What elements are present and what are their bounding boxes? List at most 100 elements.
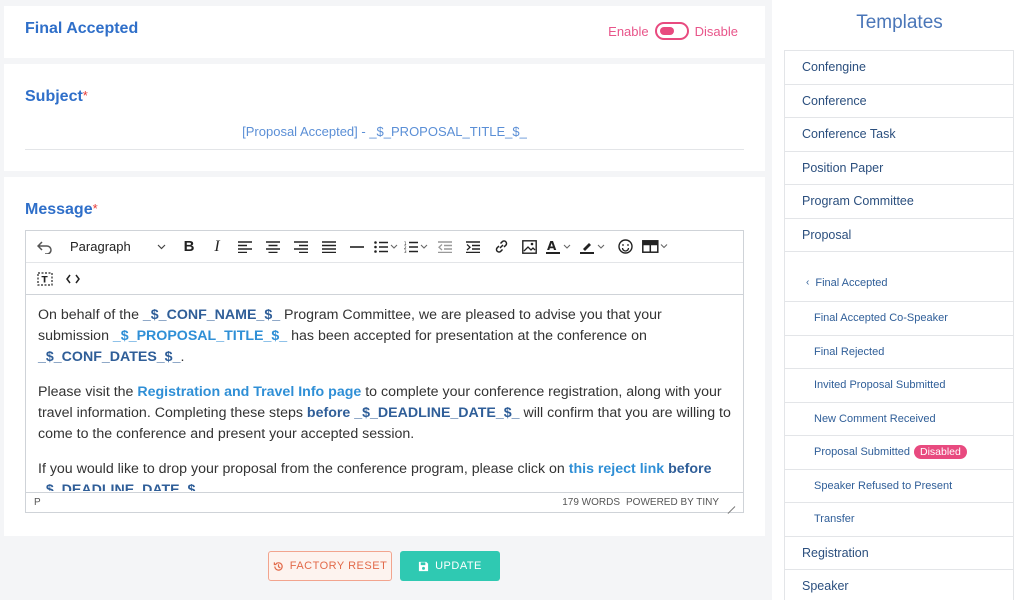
- template-item-final-accepted[interactable]: ‹ Final Accepted: [785, 252, 1013, 302]
- template-label: Final Rejected: [814, 345, 885, 358]
- message-paragraph-1: On behalf of the _$_CONF_NAME_$_ Program…: [38, 305, 731, 368]
- template-label: Proposal Submitted: [814, 446, 910, 459]
- template-item-new-comment-received[interactable]: New Comment Received: [785, 403, 1013, 436]
- align-justify-icon[interactable]: [318, 235, 340, 259]
- indent-icon[interactable]: [462, 235, 484, 259]
- template-item-confengine[interactable]: Confengine: [785, 51, 1013, 85]
- template-item-conference-task[interactable]: Conference Task: [785, 118, 1013, 152]
- template-item-proposal[interactable]: Proposal: [785, 219, 1013, 252]
- message-label-text: Message: [25, 201, 93, 218]
- template-label: Registration: [802, 545, 869, 560]
- proposal-title-token: _$_PROPOSAL_TITLE_$_: [112, 328, 288, 344]
- disable-label: Disable: [694, 23, 738, 39]
- italic-icon[interactable]: I: [206, 235, 228, 259]
- template-label: Position Paper: [802, 160, 884, 175]
- template-item-final-accepted-co-speaker[interactable]: Final Accepted Co-Speaker: [785, 302, 1013, 336]
- update-button[interactable]: UPDATE: [400, 551, 500, 581]
- chevron-down-icon: [157, 244, 166, 249]
- text-run: .: [203, 482, 208, 491]
- toggle-knob: [659, 27, 674, 35]
- message-paragraph-2: Please visit the Registration and Travel…: [38, 382, 731, 445]
- editor-toolbar: Paragraph B I 123 A: [26, 231, 743, 263]
- template-item-invited-proposal-submitted[interactable]: Invited Proposal Submitted: [785, 369, 1013, 403]
- block-format-select[interactable]: Paragraph: [66, 235, 170, 259]
- emoji-icon[interactable]: [614, 235, 636, 259]
- required-marker: *: [82, 88, 88, 103]
- undo-icon[interactable]: [34, 235, 56, 259]
- template-label: Final Accepted Co-Speaker: [814, 312, 948, 325]
- templates-sidebar: Templates Confengine Conference Conferen…: [772, 0, 1027, 600]
- link-icon[interactable]: [490, 235, 512, 259]
- align-right-icon[interactable]: [290, 235, 312, 259]
- subject-label-text: Subject: [25, 88, 83, 105]
- before-emphasis: before: [306, 405, 351, 421]
- resize-handle-icon[interactable]: [725, 498, 735, 508]
- template-label: Conference: [802, 93, 867, 108]
- template-label: Confengine: [802, 60, 866, 75]
- horizontal-rule-icon[interactable]: [346, 235, 368, 259]
- subject-underline: [25, 149, 744, 150]
- block-format-value: Paragraph: [70, 239, 131, 254]
- subject-label: Subject*: [25, 88, 88, 106]
- numbered-list-icon[interactable]: 123: [404, 235, 428, 259]
- editor-statusbar: P 179 WORDS POWERED BY TINY: [26, 492, 743, 512]
- main-panel: Final Accepted Enable Disable Subject* […: [0, 0, 772, 600]
- registration-info-link[interactable]: Registration and Travel Info page: [137, 384, 361, 400]
- message-paragraph-3: If you would like to drop your proposal …: [38, 459, 731, 491]
- template-label: Conference Task: [802, 127, 896, 142]
- template-item-program-committee[interactable]: Program Committee: [785, 185, 1013, 219]
- conf-name-token: _$_CONF_NAME_$_: [142, 307, 281, 323]
- bullet-list-icon[interactable]: [374, 235, 398, 259]
- template-label: Final Accepted: [815, 276, 888, 289]
- editor-toolbar-row-2: T: [26, 263, 743, 295]
- template-label: Speaker: [802, 579, 849, 594]
- align-left-icon[interactable]: [234, 235, 256, 259]
- template-item-speaker-refused[interactable]: Speaker Refused to Present: [785, 470, 1013, 503]
- word-count[interactable]: 179 WORDS: [562, 497, 620, 508]
- template-item-transfer[interactable]: Transfer: [785, 503, 1013, 537]
- text-run: On behalf of the: [38, 307, 143, 323]
- svg-text:A: A: [547, 240, 557, 253]
- align-center-icon[interactable]: [262, 235, 284, 259]
- rich-text-editor: Paragraph B I 123 A T On behalf of the _…: [25, 230, 744, 513]
- template-item-proposal-submitted[interactable]: Proposal Submitted Disabled: [785, 436, 1013, 470]
- factory-reset-button[interactable]: FACTORY RESET: [268, 551, 392, 581]
- template-item-position-paper[interactable]: Position Paper: [785, 152, 1013, 185]
- template-label: Invited Proposal Submitted: [814, 379, 946, 392]
- subject-input[interactable]: [Proposal Accepted] - _$_PROPOSAL_TITLE_…: [25, 124, 744, 139]
- update-label: UPDATE: [435, 560, 482, 572]
- text-run: If you would like to drop your proposal …: [38, 461, 569, 477]
- element-path[interactable]: P: [34, 497, 41, 508]
- template-item-registration[interactable]: Registration: [785, 537, 1013, 570]
- placeholder-tag-icon[interactable]: T: [34, 267, 56, 291]
- text-color-icon[interactable]: A: [546, 235, 574, 259]
- sidebar-title: Templates: [856, 12, 943, 33]
- enable-toggle[interactable]: [654, 22, 689, 40]
- source-code-icon[interactable]: [62, 267, 84, 291]
- enable-label: Enable: [608, 23, 649, 39]
- image-icon[interactable]: [518, 235, 540, 259]
- deadline-date-token: _$_DEADLINE_DATE_$_: [38, 482, 204, 491]
- message-card: Message* Paragraph B I 123 A T On behalf…: [4, 177, 765, 536]
- powered-by-link[interactable]: POWERED BY TINY: [626, 497, 719, 508]
- template-item-conference[interactable]: Conference: [785, 85, 1013, 118]
- svg-text:3: 3: [404, 249, 407, 253]
- before-emphasis: before: [668, 461, 712, 477]
- message-label: Message*: [25, 201, 98, 219]
- highlight-color-icon[interactable]: [580, 235, 608, 259]
- template-item-final-rejected[interactable]: Final Rejected: [785, 336, 1013, 369]
- template-label: New Comment Received: [814, 412, 936, 425]
- reject-link[interactable]: this reject link: [569, 461, 664, 477]
- table-icon[interactable]: [642, 235, 670, 259]
- template-item-speaker[interactable]: Speaker: [785, 570, 1013, 600]
- subject-card: Subject* [Proposal Accepted] - _$_PROPOS…: [4, 64, 765, 171]
- bold-icon[interactable]: B: [178, 235, 200, 259]
- template-label: Speaker Refused to Present: [814, 479, 953, 492]
- outdent-icon[interactable]: [434, 235, 456, 259]
- disabled-badge: Disabled: [914, 445, 967, 460]
- editor-content[interactable]: On behalf of the _$_CONF_NAME_$_ Program…: [26, 295, 743, 491]
- enable-toggle-group: Enable Disable: [608, 22, 738, 40]
- chevron-left-icon: ‹: [806, 277, 810, 288]
- template-label: Transfer: [814, 513, 855, 526]
- required-marker: *: [92, 201, 98, 216]
